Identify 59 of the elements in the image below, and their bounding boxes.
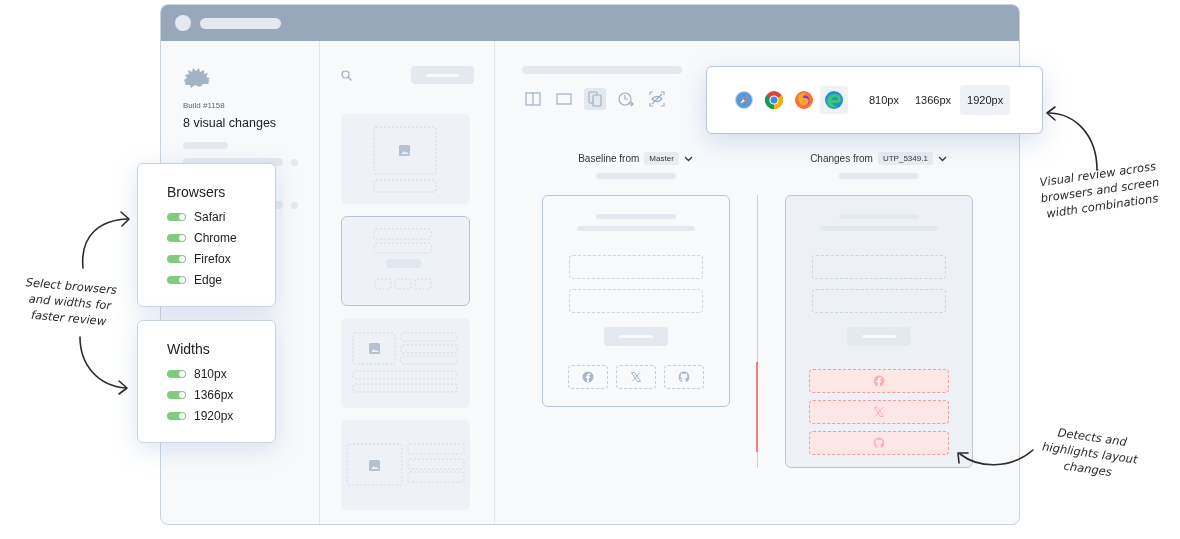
annotation-text: Detects and highlights layout changes xyxy=(1040,424,1140,482)
toggle-label: Safari xyxy=(194,209,226,224)
chevron-down-icon[interactable] xyxy=(683,155,693,162)
toggle-switch[interactable] xyxy=(167,233,186,242)
facebook-icon xyxy=(581,371,594,383)
width-option[interactable]: 810px xyxy=(862,85,906,115)
chrome-icon xyxy=(764,90,784,110)
thumbnail[interactable] xyxy=(341,318,470,408)
search-icon[interactable] xyxy=(341,69,352,81)
toggle-switch[interactable] xyxy=(167,411,186,420)
toggle-switch[interactable] xyxy=(167,212,186,221)
toggle-label: 1366px xyxy=(194,387,234,402)
annotation-text: Visual review across browsers and screen width combinations xyxy=(1037,158,1162,223)
facebook-icon xyxy=(872,375,885,387)
social-button[interactable] xyxy=(663,365,704,389)
firefox-icon xyxy=(794,90,814,110)
toggle-label: Chrome xyxy=(194,230,237,245)
hedgehog-icon xyxy=(183,67,211,89)
chevron-down-icon[interactable] xyxy=(937,155,947,162)
arrow xyxy=(1046,106,1098,171)
change-summary: 8 visual changes xyxy=(183,116,278,130)
width-option[interactable]: 1920px xyxy=(960,85,1011,115)
github-icon xyxy=(677,371,690,383)
card-title: Browsers xyxy=(167,184,227,200)
annotation-text: Select browsers and widths for faster review xyxy=(24,274,119,331)
arrow xyxy=(79,336,128,395)
width-option[interactable]: 1366px xyxy=(908,85,959,115)
arrow xyxy=(81,211,130,269)
hidden-eye-icon[interactable] xyxy=(646,88,668,110)
social-button[interactable] xyxy=(808,369,949,393)
compass-icon xyxy=(734,90,754,110)
thumbnail[interactable] xyxy=(341,420,470,510)
social-button[interactable] xyxy=(808,431,949,455)
compare-label: Baseline from xyxy=(578,153,640,164)
browser-tab[interactable] xyxy=(820,86,848,114)
stacked-pages-icon[interactable] xyxy=(584,88,606,110)
social-button[interactable] xyxy=(615,365,656,389)
social-button[interactable] xyxy=(567,365,608,389)
toggle-label: 810px xyxy=(194,366,227,381)
build-number: Build #1158 xyxy=(183,101,226,110)
thumbnail[interactable] xyxy=(341,114,470,204)
toggle-label: Firefox xyxy=(194,251,231,266)
thumbnail[interactable] xyxy=(341,216,470,306)
social-button[interactable] xyxy=(808,400,949,424)
branch-tag[interactable]: UTP_5349.1 xyxy=(877,152,933,165)
toggle-switch[interactable] xyxy=(167,275,186,284)
x-icon xyxy=(872,406,885,418)
x-icon xyxy=(629,371,642,383)
window-dot-icon xyxy=(175,15,191,31)
toggle-switch[interactable] xyxy=(167,254,186,263)
toggle-label: Edge xyxy=(194,272,223,287)
branch-tag[interactable]: Master xyxy=(644,152,679,165)
edge-icon xyxy=(824,90,844,110)
compare-label: Changes from xyxy=(810,153,873,164)
card-title: Widths xyxy=(167,341,211,357)
github-icon xyxy=(872,437,885,449)
toggle-label: 1920px xyxy=(194,408,234,423)
toggle-switch[interactable] xyxy=(167,390,186,399)
toggle-switch[interactable] xyxy=(167,369,186,378)
